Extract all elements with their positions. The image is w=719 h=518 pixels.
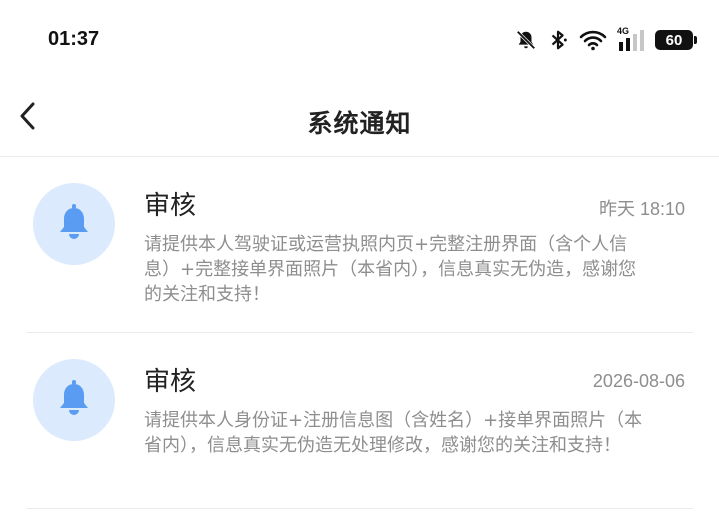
- bluetooth-icon: [547, 29, 569, 51]
- notice-avatar: [33, 183, 115, 265]
- status-bar: 01:37 4G 60: [0, 0, 719, 80]
- notice-title: 审核: [144, 367, 197, 397]
- status-icons: 4G 60: [515, 26, 697, 54]
- header: 系统通知: [0, 80, 719, 157]
- signal-icon: 4G: [617, 26, 645, 52]
- notice-list: 审核 昨天 18:10 请提供本人驾驶证或运营执照内页+完整注册界面（含个人信息…: [0, 157, 719, 509]
- battery-level: 60: [665, 31, 683, 49]
- bell-icon: [57, 379, 91, 421]
- notice-body: 请提供本人驾驶证或运营执照内页+完整注册界面（含个人信息）+完整接单界面照片（本…: [144, 234, 637, 305]
- bell-icon: [57, 203, 91, 245]
- notice-title: 审核: [144, 191, 197, 221]
- notice-avatar: [33, 359, 115, 441]
- wifi-icon: [579, 29, 607, 51]
- status-time: 01:37: [48, 28, 100, 50]
- network-type: 4G: [617, 26, 630, 36]
- notice-time: 昨天 18:10: [598, 199, 685, 219]
- page-title: 系统通知: [307, 109, 412, 138]
- bell-off-icon: [515, 29, 537, 51]
- battery-icon: 60: [655, 30, 697, 50]
- notice-item[interactable]: 审核 2026-08-06 请提供本人身份证+注册信息图（含姓名）+接单界面照片…: [26, 333, 693, 509]
- notice-item[interactable]: 审核 昨天 18:10 请提供本人驾驶证或运营执照内页+完整注册界面（含个人信息…: [26, 157, 693, 333]
- notice-time: 2026-08-06: [592, 371, 685, 391]
- notice-body: 请提供本人身份证+注册信息图（含姓名）+接单界面照片（本省内），信息真实无伪造无…: [144, 410, 643, 456]
